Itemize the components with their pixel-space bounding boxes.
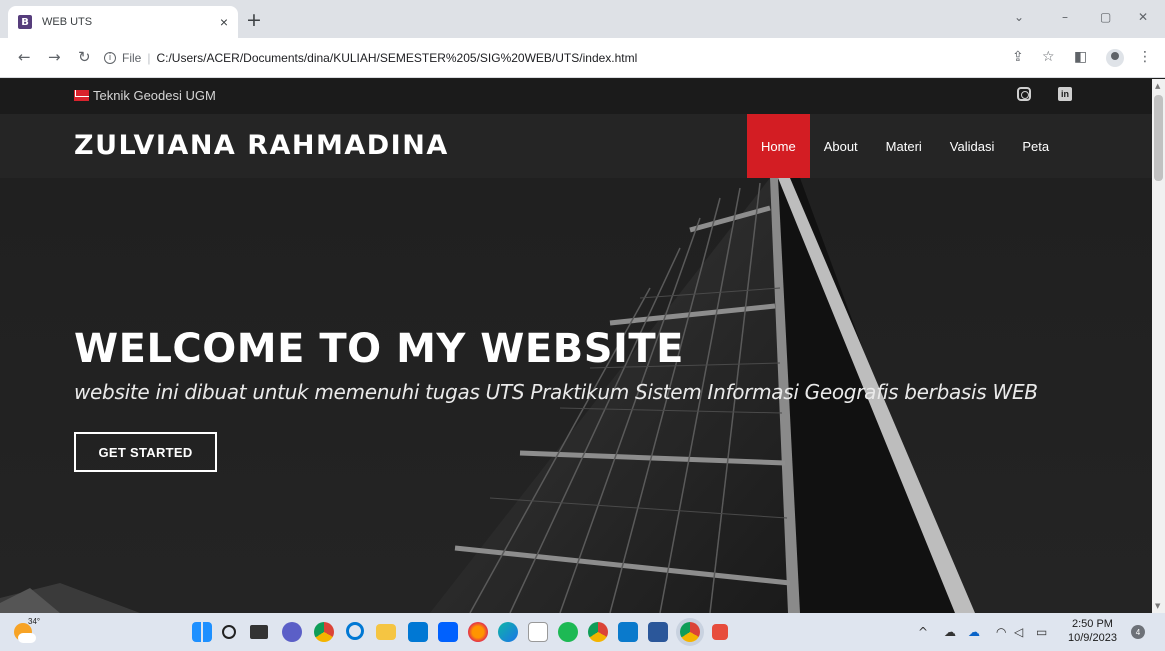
edge-icon[interactable] <box>498 622 518 642</box>
close-window-button[interactable]: ✕ <box>1138 10 1148 24</box>
get-started-button[interactable]: GET STARTED <box>74 432 217 472</box>
scroll-up-arrow-icon[interactable]: ▲ <box>1155 82 1160 90</box>
file-explorer-icon[interactable] <box>376 624 396 640</box>
cortana-icon[interactable] <box>346 622 364 640</box>
task-view-icon[interactable] <box>250 625 268 639</box>
site-info-icon[interactable]: i <box>104 52 116 64</box>
microsoft-store-icon[interactable] <box>408 622 428 642</box>
minimize-button[interactable]: – <box>1062 10 1068 24</box>
windows-taskbar: 34° ^ ☁ ☁ ◠ ◁ ▭ 2:50 PM 10/9/2023 4 <box>0 613 1165 651</box>
share-icon[interactable]: ⇪ <box>1012 49 1024 65</box>
nav-materi[interactable]: Materi <box>872 114 936 178</box>
restore-button[interactable]: ▢ <box>1100 10 1111 24</box>
browser-tab[interactable]: B WEB UTS × <box>8 6 238 38</box>
scroll-down-arrow-icon[interactable]: ▼ <box>1155 602 1160 610</box>
onedrive-sync-icon[interactable]: ☁ <box>968 625 980 639</box>
topbar-text: Teknik Geodesi UGM <box>93 88 216 103</box>
bootstrap-favicon-icon: B <box>18 15 32 29</box>
windows-start-icon[interactable] <box>192 622 212 642</box>
nav-about[interactable]: About <box>810 114 872 178</box>
notification-badge[interactable]: 4 <box>1131 625 1145 639</box>
profile-avatar-icon[interactable] <box>1106 49 1124 67</box>
chat-icon[interactable] <box>282 622 302 642</box>
tab-search-chevron-icon[interactable]: ⌄ <box>1014 10 1024 24</box>
hero-subtitle: website ini dibuat untuk memenuhi tugas … <box>74 380 1038 404</box>
site-topbar: Teknik Geodesi UGM in <box>0 79 1152 114</box>
bookmark-star-icon[interactable]: ☆ <box>1042 49 1055 65</box>
site-header: ZULVIANA RAHMADINA Home About Materi Val… <box>0 114 1152 178</box>
envelope-icon <box>74 90 89 101</box>
page-scrollbar[interactable]: ▲ ▼ <box>1152 79 1165 613</box>
tab-close-icon[interactable]: × <box>220 14 228 30</box>
chrome-active-icon[interactable] <box>680 622 700 642</box>
reload-icon[interactable]: ↻ <box>78 48 91 66</box>
vscode-icon[interactable] <box>618 622 638 642</box>
nav-home[interactable]: Home <box>747 114 810 178</box>
url-text[interactable]: C:/Users/ACER/Documents/dina/KULIAH/SEME… <box>156 51 637 65</box>
site-logo[interactable]: ZULVIANA RAHMADINA <box>74 130 449 161</box>
temperature-label: 34° <box>28 617 41 626</box>
scheme-label: File <box>122 51 142 65</box>
word-icon[interactable] <box>648 622 668 642</box>
snipping-tool-icon[interactable] <box>712 624 728 640</box>
clock-date: 10/9/2023 <box>1068 632 1117 644</box>
side-panel-icon[interactable]: ◧ <box>1074 49 1087 65</box>
address-bar[interactable]: i File | C:/Users/ACER/Documents/dina/KU… <box>104 44 984 72</box>
scroll-thumb[interactable] <box>1154 95 1163 181</box>
new-tab-button[interactable]: + <box>246 9 262 31</box>
omnibox-separator: | <box>147 51 151 65</box>
volume-icon[interactable]: ◁ <box>1014 625 1023 639</box>
browser-toolbar: ← → ↻ i File | C:/Users/ACER/Documents/d… <box>0 38 1165 78</box>
forward-arrow-icon[interactable]: → <box>48 48 61 66</box>
hero-title: WELCOME TO MY WEBSITE <box>74 326 684 372</box>
tab-title: WEB UTS <box>42 16 93 28</box>
weather-widget[interactable]: 34° <box>12 617 41 645</box>
show-hidden-icons-chevron-icon[interactable]: ^ <box>918 625 928 639</box>
search-icon[interactable] <box>222 625 236 639</box>
cloud-icon <box>18 633 36 643</box>
spotify-icon[interactable] <box>558 622 578 642</box>
firefox-icon[interactable] <box>468 622 488 642</box>
nav-peta[interactable]: Peta <box>1008 114 1063 178</box>
clock-time: 2:50 PM <box>1071 618 1113 630</box>
nav-validasi[interactable]: Validasi <box>936 114 1009 178</box>
page-viewport: Teknik Geodesi UGM in ZULVIANA RAHMADINA… <box>0 79 1152 613</box>
onedrive-cloud-icon[interactable]: ☁ <box>944 625 956 639</box>
system-clock[interactable]: 2:50 PM 10/9/2023 <box>1068 617 1117 645</box>
wifi-icon[interactable]: ◠ <box>996 625 1006 639</box>
hero-section: WELCOME TO MY WEBSITE website ini dibuat… <box>0 178 1152 613</box>
chrome-icon[interactable] <box>314 622 334 642</box>
dropbox-icon[interactable] <box>438 622 458 642</box>
main-nav: Home About Materi Validasi Peta <box>747 114 1063 178</box>
battery-icon[interactable]: ▭ <box>1036 625 1047 639</box>
instagram-icon[interactable] <box>1017 87 1031 101</box>
back-arrow-icon[interactable]: ← <box>18 48 31 66</box>
linkedin-icon[interactable]: in <box>1058 87 1072 101</box>
browser-tabstrip: B WEB UTS × + ⌄ – ▢ ✕ <box>0 0 1165 38</box>
browser-menu-icon[interactable]: ⋮ <box>1138 49 1152 65</box>
amazon-icon[interactable] <box>528 622 548 642</box>
chrome-canary-icon[interactable] <box>588 622 608 642</box>
